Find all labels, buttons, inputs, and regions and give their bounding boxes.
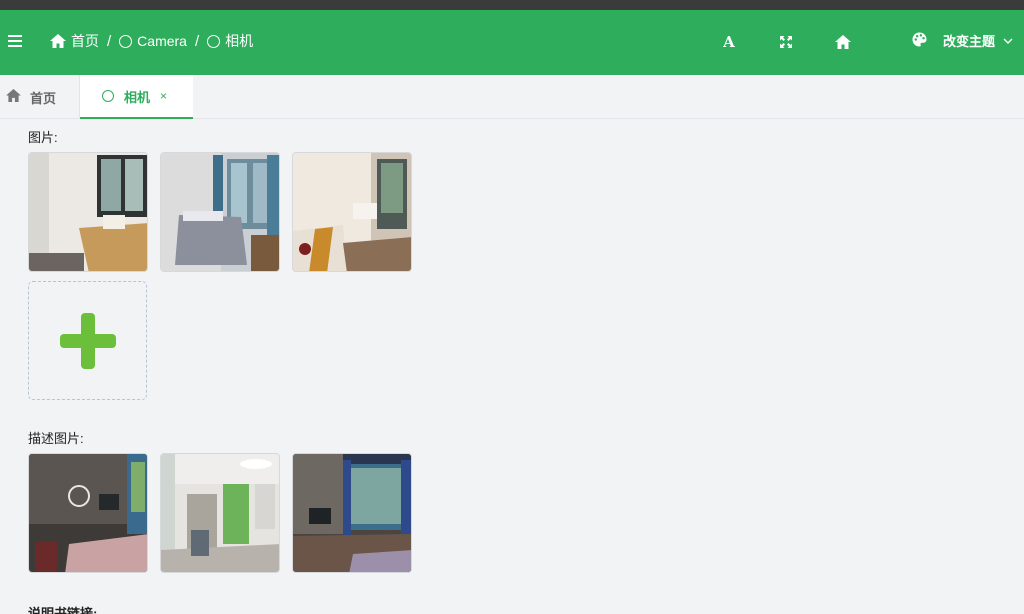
tab-camera[interactable]: 相机 × bbox=[80, 75, 193, 119]
images-label: 图片: bbox=[28, 130, 58, 145]
circle-icon bbox=[102, 90, 114, 102]
fullscreen-icon[interactable] bbox=[778, 32, 794, 52]
home-icon bbox=[50, 34, 66, 48]
breadcrumb-current: 相机 bbox=[207, 31, 253, 51]
home-icon bbox=[6, 89, 21, 105]
chevron-down-icon bbox=[1003, 33, 1013, 48]
window-top-strip bbox=[0, 0, 1024, 10]
palette-icon bbox=[912, 31, 927, 50]
described-image-thumbnail[interactable] bbox=[28, 453, 148, 573]
breadcrumb-separator: / bbox=[107, 32, 112, 50]
breadcrumb-home[interactable]: 首页 bbox=[50, 31, 99, 51]
image-thumbnail[interactable] bbox=[292, 152, 412, 272]
top-header: 首页 / Camera / 相机 A 改变主题 bbox=[0, 10, 1024, 75]
theme-switcher[interactable]: 改变主题 bbox=[912, 31, 1013, 50]
close-icon[interactable]: × bbox=[160, 89, 167, 103]
upload-image-button[interactable] bbox=[28, 281, 147, 400]
tab-home[interactable]: 首页 bbox=[0, 75, 80, 119]
tab-camera-label: 相机 bbox=[124, 89, 151, 105]
circle-icon bbox=[119, 34, 133, 48]
hamburger-menu-icon[interactable] bbox=[8, 35, 22, 47]
image-thumbnail[interactable] bbox=[160, 152, 280, 272]
manual-link-label: 说明书链接: bbox=[28, 606, 98, 614]
breadcrumb-camera-label: Camera bbox=[137, 33, 187, 49]
breadcrumb: 首页 / Camera / 相机 bbox=[50, 31, 253, 51]
breadcrumb-current-label: 相机 bbox=[225, 33, 254, 49]
described-image-thumbnail[interactable] bbox=[292, 453, 412, 573]
plus-icon bbox=[60, 313, 116, 369]
tab-bar: 首页 相机 × bbox=[0, 75, 1024, 119]
breadcrumb-home-label: 首页 bbox=[71, 33, 99, 49]
image-thumbnail[interactable] bbox=[28, 152, 148, 272]
home-icon[interactable] bbox=[834, 32, 852, 52]
circle-icon bbox=[207, 34, 221, 48]
theme-label: 改变主题 bbox=[943, 34, 996, 49]
described-image-thumbnail[interactable] bbox=[160, 453, 280, 573]
font-size-icon[interactable]: A bbox=[720, 32, 738, 52]
breadcrumb-camera[interactable]: Camera bbox=[119, 33, 187, 49]
described-images-label: 描述图片: bbox=[28, 431, 84, 446]
breadcrumb-separator: / bbox=[194, 32, 200, 50]
tab-home-label: 首页 bbox=[30, 90, 57, 106]
